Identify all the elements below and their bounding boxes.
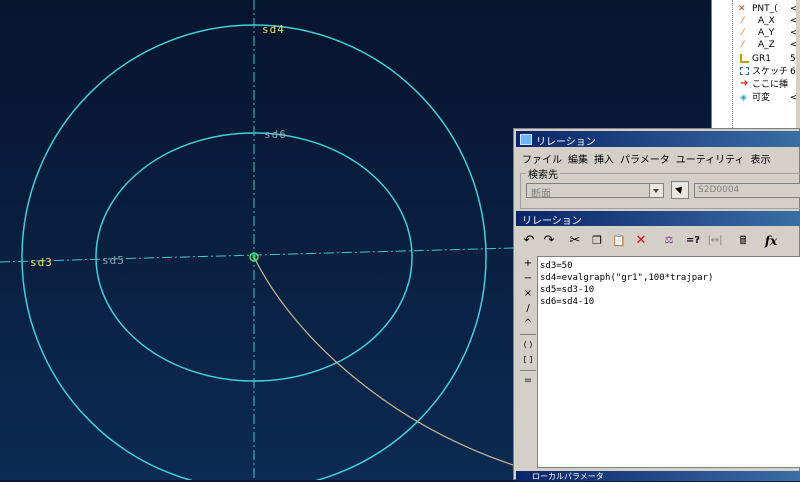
search-type-dropdown[interactable]: 断面 xyxy=(526,183,664,200)
menu-parameters[interactable]: パラメータ xyxy=(620,151,670,166)
model-tree: ✕ PNT_( <な ⁄ A_X <な ⁄ A_Y <な ⁄ A_Z <な GR… xyxy=(711,0,800,128)
sketch-icon xyxy=(740,67,749,75)
minus-operator-button[interactable]: − xyxy=(520,272,536,286)
tree-item[interactable]: スケッチ 6 xyxy=(712,66,800,78)
tree-item[interactable]: ⁄ A_Y <な xyxy=(712,27,800,39)
dimension-icon[interactable]: |↔| xyxy=(706,232,724,250)
menu-edit[interactable]: 編集 xyxy=(568,151,588,166)
divide-operator-button[interactable]: / xyxy=(520,302,536,316)
copy-icon[interactable]: ❐ xyxy=(588,232,606,250)
dimension-label-sd3[interactable]: sd3 xyxy=(30,256,53,269)
search-id-field[interactable]: S2D0004 xyxy=(694,183,800,198)
redo-icon[interactable]: ↷ xyxy=(540,232,558,250)
parentheses-operator-button[interactable]: ( ) xyxy=(520,338,536,352)
relation-window-titlebar[interactable]: リレーション xyxy=(516,131,800,148)
relation-editor[interactable]: sd3=50 sd4=evalgraph("gr1",100*trajpar) … xyxy=(537,256,800,468)
relation-line: sd4=evalgraph("gr1",100*trajpar) xyxy=(540,273,714,283)
tree-scrollbar[interactable] xyxy=(796,0,800,128)
menu-view[interactable]: 表示 xyxy=(751,151,771,166)
operator-sidebar: + − × / ^ ( ) [ ] = xyxy=(518,257,536,467)
tree-item[interactable]: ⁄ A_Z <な xyxy=(712,39,800,51)
power-operator-button[interactable]: ^ xyxy=(520,317,536,331)
chevron-down-icon xyxy=(649,184,663,197)
undo-icon[interactable]: ↶ xyxy=(520,232,538,250)
relation-line: sd3=50 xyxy=(540,261,573,271)
cut-icon[interactable]: ✂ xyxy=(566,232,584,250)
tree-item[interactable]: ✕ PNT_( <な xyxy=(712,3,800,15)
select-arrow-button[interactable] xyxy=(671,181,689,199)
menu-utilities[interactable]: ユーティリティ xyxy=(676,151,745,166)
equals-operator-button[interactable]: = xyxy=(520,374,536,388)
menu-bar: ファイル 編集 挿入 パラメータ ユーティリティ 表示 xyxy=(516,149,800,166)
datum-axis-icon: ⁄ xyxy=(742,40,744,50)
tree-item[interactable]: ◈ 可変 <な xyxy=(712,92,800,104)
menu-file[interactable]: ファイル xyxy=(522,151,562,166)
evaluate-icon[interactable]: =? xyxy=(684,232,702,250)
tree-item[interactable]: ➔ ここに挿 xyxy=(712,78,800,91)
units-icon[interactable]: ⚖ xyxy=(660,232,678,250)
datum-axis-icon: ⁄ xyxy=(742,16,744,26)
relation-window: リレーション ファイル 編集 挿入 パラメータ ユーティリティ 表示 検索先 断面 S2D… xyxy=(513,128,800,481)
multiply-operator-button[interactable]: × xyxy=(520,287,536,301)
datum-point-icon: ✕ xyxy=(738,4,746,14)
tree-item[interactable]: GR1 5 xyxy=(712,53,800,65)
relation-line: sd5=sd3-10 xyxy=(540,285,595,295)
dimension-label-sd6[interactable]: sd6 xyxy=(264,128,287,141)
datum-axis-icon: ⁄ xyxy=(742,28,744,38)
dimension-label-sd4[interactable]: sd4 xyxy=(262,23,285,36)
tree-item[interactable]: ⁄ A_X <な xyxy=(712,15,800,27)
sort-icon[interactable]: 🖩 xyxy=(734,232,752,250)
relation-section-header[interactable]: リレーション xyxy=(516,211,800,227)
function-icon[interactable]: fx xyxy=(762,232,780,250)
graph-icon xyxy=(740,54,749,63)
brackets-operator-button[interactable]: [ ] xyxy=(520,353,536,367)
plus-operator-button[interactable]: + xyxy=(520,257,536,271)
insert-here-arrow-icon: ➔ xyxy=(740,78,749,89)
dimension-label-sd5[interactable]: sd5 xyxy=(102,254,125,267)
trajectory-curve xyxy=(253,256,514,466)
variable-sweep-icon: ◈ xyxy=(740,93,747,103)
relation-line: sd6=sd4-10 xyxy=(540,297,595,307)
relation-toolbar: ↶ ↷ ✂ ❐ 📋 ✕ ⚖ =? |↔| 🖩 fx xyxy=(516,228,800,255)
window-icon xyxy=(520,134,532,145)
search-group-label: 検索先 xyxy=(526,166,560,181)
delete-icon[interactable]: ✕ xyxy=(632,232,650,250)
paste-icon[interactable]: 📋 xyxy=(610,232,628,250)
menu-insert[interactable]: 挿入 xyxy=(594,151,614,166)
